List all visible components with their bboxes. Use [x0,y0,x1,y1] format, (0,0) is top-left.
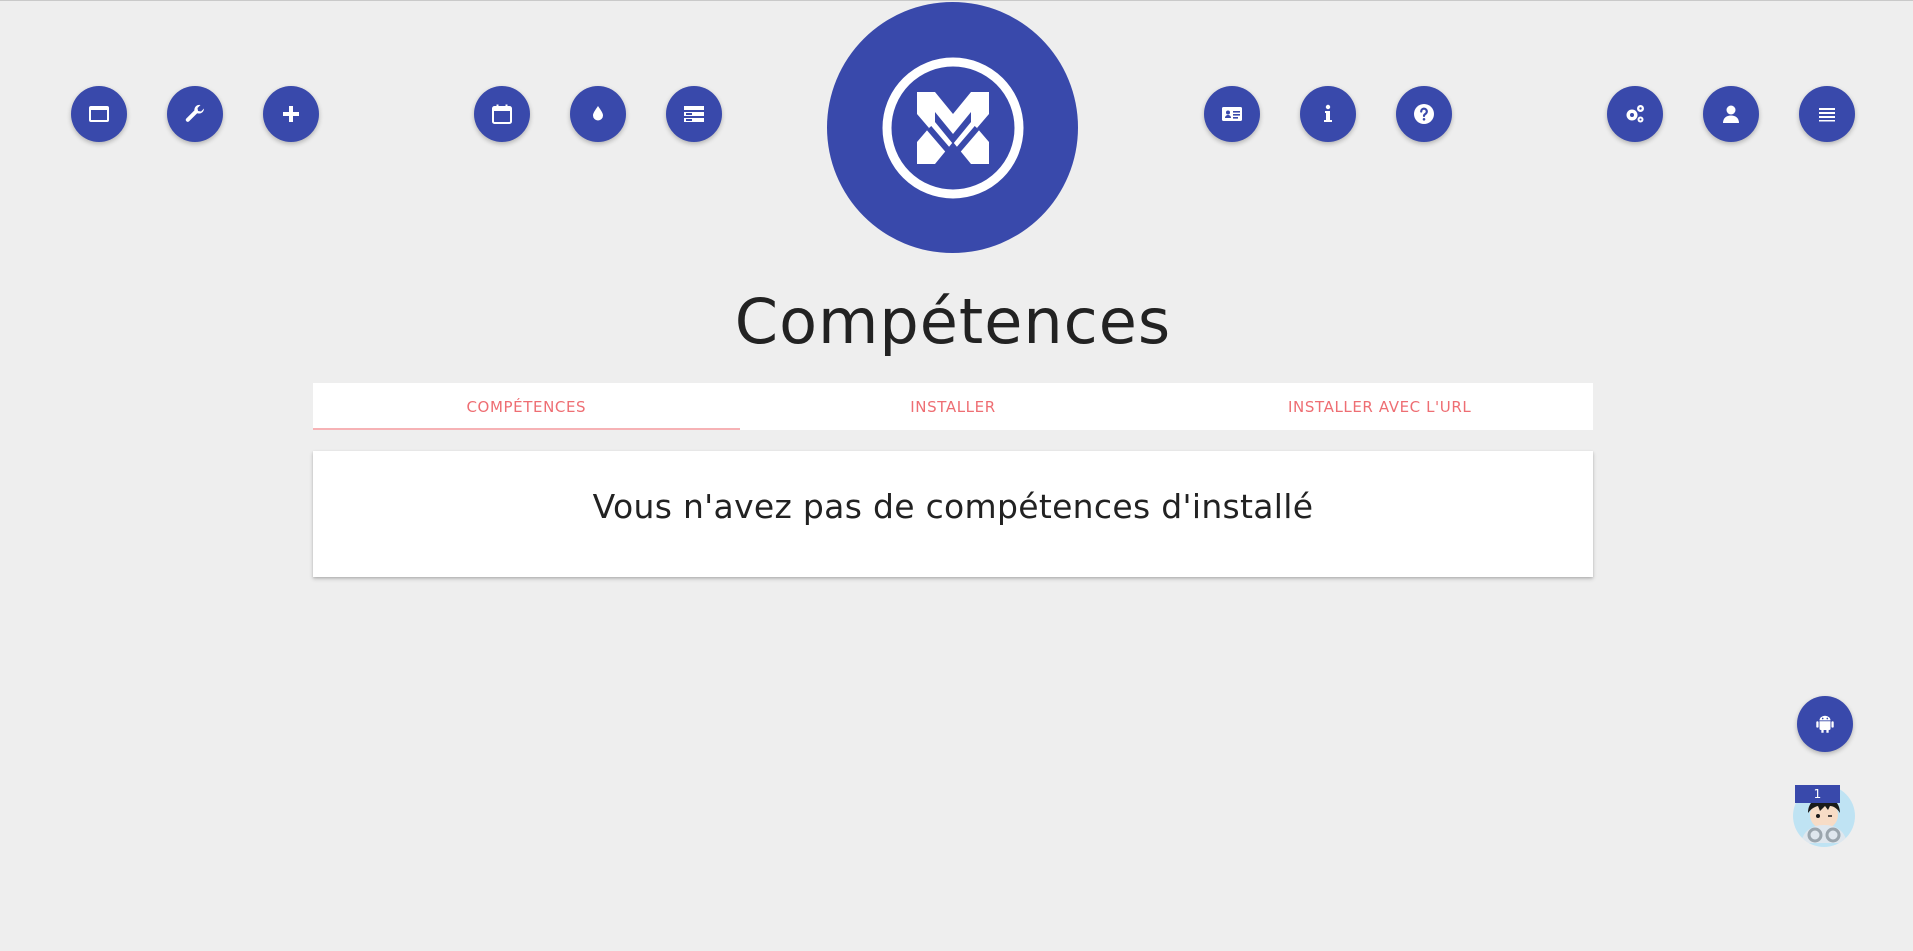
tab-install-url[interactable]: Installer avec l'URL [1166,383,1593,430]
menu-button[interactable] [1799,86,1855,142]
account-button[interactable] [1703,86,1759,142]
notification-badge: 1 [1795,785,1840,803]
profile-card-button[interactable] [1204,86,1260,142]
window-icon [89,106,109,122]
info-icon [1324,104,1332,122]
plus-icon [283,106,299,122]
skills-card: Vous n'avez pas de compétences d'install… [313,451,1593,577]
tab-skills[interactable]: Compétences [313,383,740,430]
question-icon [1414,104,1434,124]
calendar-button[interactable] [474,86,530,142]
android-button[interactable] [1797,696,1853,752]
add-button[interactable] [263,86,319,142]
gears-icon [1626,105,1644,123]
list-button[interactable] [666,86,722,142]
list-icon [684,106,704,122]
id-card-icon [1222,107,1242,121]
help-button[interactable] [1396,86,1452,142]
calendar-icon [492,104,512,124]
wrench-button[interactable] [167,86,223,142]
empty-state-message: Vous n'avez pas de compétences d'install… [592,487,1314,526]
info-button[interactable] [1300,86,1356,142]
tab-install[interactable]: Installer [740,383,1167,430]
settings-button[interactable] [1607,86,1663,142]
logo-icon [882,57,1023,198]
tab-bar: Compétences Installer Installer avec l'U… [313,383,1593,430]
page-title: Compétences [734,285,1172,358]
user-icon [1723,105,1739,123]
theme-button[interactable] [570,86,626,142]
menu-icon [1819,108,1835,122]
droplet-icon [593,106,603,121]
app-logo[interactable] [827,2,1078,253]
wrench-icon [185,104,205,122]
android-icon [1816,715,1834,733]
window-button[interactable] [71,86,127,142]
